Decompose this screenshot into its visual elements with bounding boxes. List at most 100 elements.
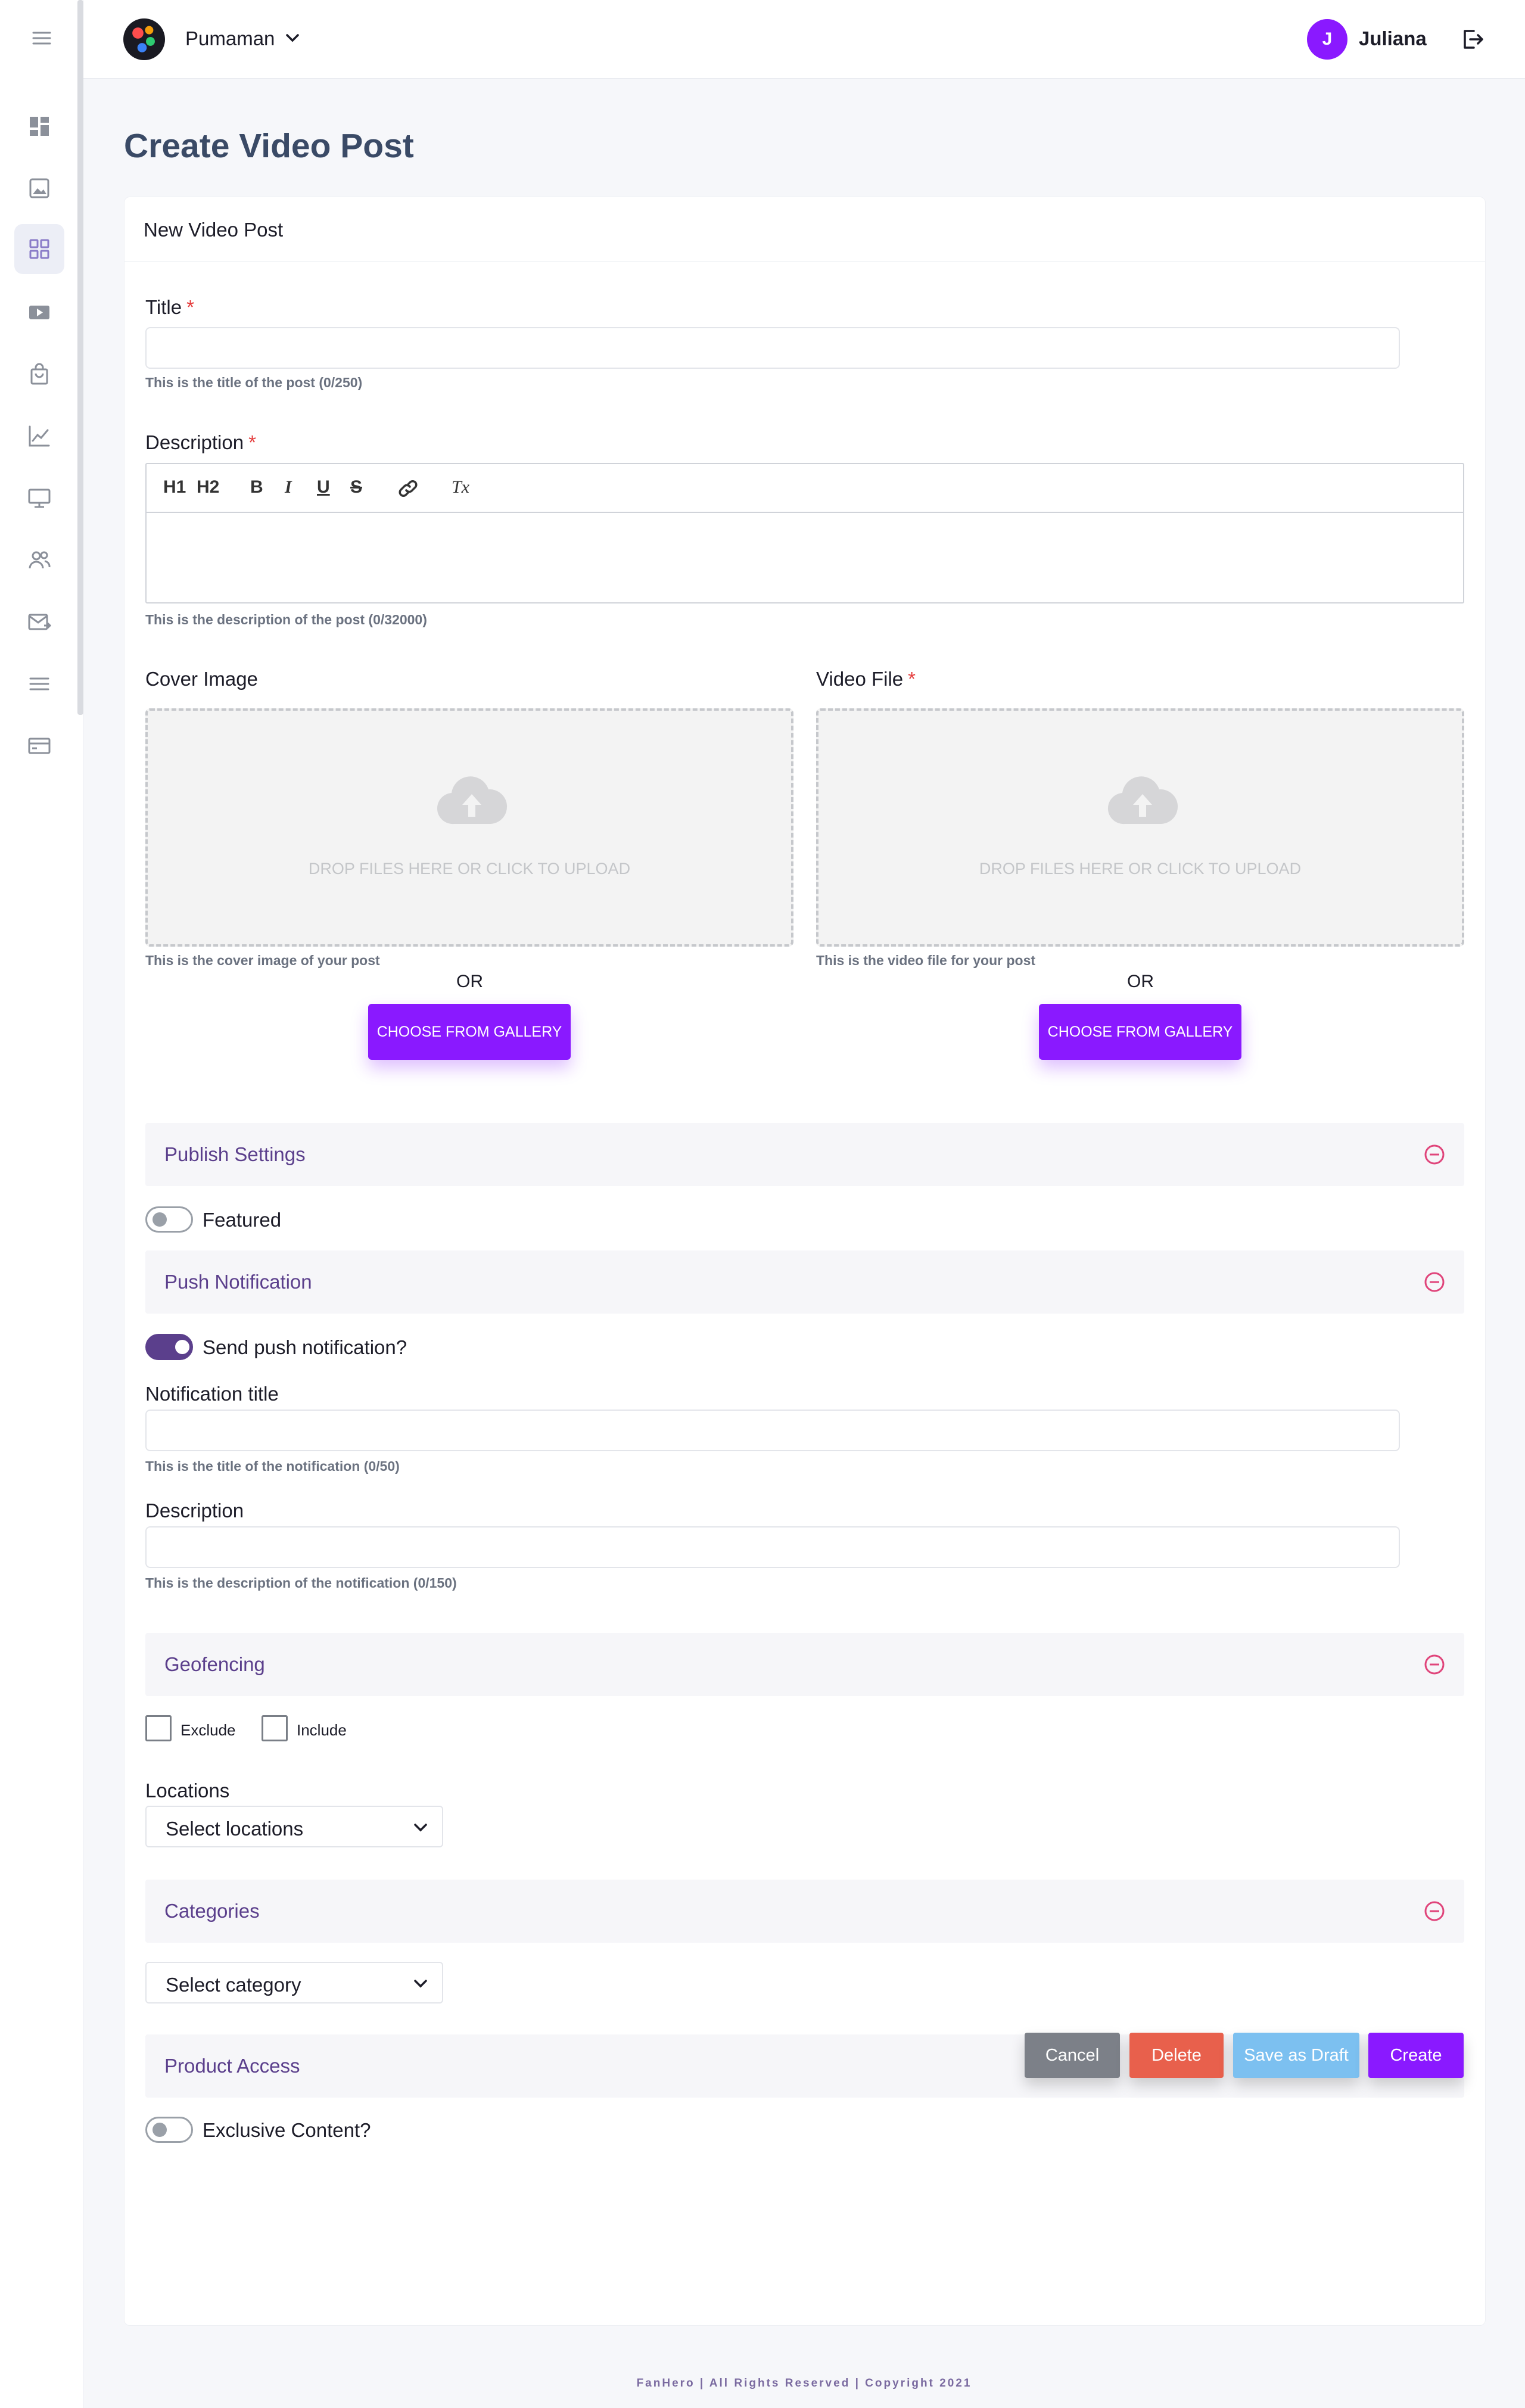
sidebar-item-videos[interactable] (14, 287, 64, 337)
cancel-button[interactable]: Cancel (1025, 2033, 1120, 2078)
sidebar-item-menu[interactable] (14, 659, 64, 709)
title-hint: This is the title of the post (0/250) (145, 375, 363, 390)
required-mark: * (186, 296, 194, 318)
exclude-label: Exclude (180, 1721, 236, 1739)
sidebar-item-analytics[interactable] (14, 411, 64, 461)
card-icon (28, 738, 51, 754)
send-push-label: Send push notification? (203, 1336, 407, 1358)
video-choose-gallery-button[interactable]: CHOOSE FROM GALLERY (1039, 1004, 1241, 1060)
notification-description-label: Description (145, 1499, 244, 1522)
locations-select[interactable]: Select locations (145, 1806, 443, 1847)
section-title: Push Notification (164, 1271, 312, 1293)
title-label-text: Title (145, 296, 182, 318)
card-header-title: New Video Post (144, 219, 284, 241)
exclusive-content-toggle[interactable] (145, 2117, 193, 2143)
heading1-button[interactable]: H1 (163, 477, 186, 497)
strikethrough-button[interactable]: S (350, 477, 362, 497)
bag-icon (30, 363, 48, 385)
sidebar-item-posts[interactable] (14, 224, 64, 274)
push-notification-section[interactable]: Push Notification (145, 1250, 1464, 1314)
delete-button[interactable]: Delete (1129, 2033, 1224, 2078)
description-label-text: Description (145, 431, 244, 453)
category-select[interactable]: Select category (145, 1962, 443, 2003)
title-input[interactable] (145, 327, 1400, 369)
geofencing-section[interactable]: Geofencing (145, 1633, 1464, 1696)
sidebar-item-live[interactable] (14, 473, 64, 523)
section-title: Categories (164, 1900, 260, 1922)
toggle-knob (152, 1212, 167, 1227)
include-checkbox[interactable] (262, 1715, 288, 1741)
users-icon (29, 551, 51, 569)
grid-icon (29, 239, 49, 259)
create-post-card: New Video Post Title * This is the title … (124, 197, 1486, 2326)
locations-label: Locations (145, 1779, 230, 1802)
notification-title-input[interactable] (145, 1410, 1400, 1451)
collapse-icon[interactable] (1424, 1271, 1445, 1293)
toggle-knob (175, 1340, 189, 1354)
cover-choose-gallery-button[interactable]: CHOOSE FROM GALLERY (368, 1004, 571, 1060)
sidebar-item-dashboard[interactable] (14, 101, 64, 151)
sidebar-item-images[interactable] (14, 163, 64, 213)
send-push-toggle[interactable] (145, 1334, 193, 1360)
category-select-value: Select category (166, 1974, 301, 1996)
collapse-icon[interactable] (1424, 1654, 1445, 1675)
mail-icon (28, 614, 51, 630)
collapse-icon[interactable] (1424, 1144, 1445, 1165)
featured-label: Featured (203, 1209, 282, 1231)
org-avatar[interactable] (123, 18, 165, 60)
sidebar-item-users[interactable] (14, 535, 64, 585)
image-icon (29, 178, 49, 198)
menu-toggle-icon[interactable] (32, 30, 52, 46)
or-text: OR (456, 972, 483, 991)
monitor-icon (28, 489, 51, 508)
section-title: Publish Settings (164, 1143, 306, 1165)
sidebar-item-store[interactable] (14, 349, 64, 399)
cover-image-dropzone[interactable]: DROP FILES HERE OR CLICK TO UPLOAD (145, 708, 793, 947)
description-editor: H1 H2 B I U S Tx (145, 463, 1464, 603)
locations-select-value: Select locations (166, 1818, 304, 1840)
top-bar: Pumaman J Juliana (83, 0, 1525, 79)
featured-toggle[interactable] (145, 1206, 193, 1233)
include-label: Include (297, 1721, 347, 1739)
sidebar-item-messages[interactable] (14, 597, 64, 647)
dashboard-icon (30, 117, 49, 136)
cover-image-label: Cover Image (145, 668, 258, 690)
user-avatar[interactable]: J (1307, 19, 1347, 60)
user-name[interactable]: Juliana (1359, 27, 1427, 50)
cloud-upload-icon (1107, 776, 1178, 825)
cover-image-hint: This is the cover image of your post (145, 953, 380, 968)
user-initial: J (1322, 29, 1333, 49)
required-mark: * (248, 431, 256, 453)
org-name[interactable]: Pumaman (185, 27, 275, 50)
logout-icon[interactable] (1461, 27, 1484, 51)
video-file-dropzone[interactable]: DROP FILES HERE OR CLICK TO UPLOAD (816, 708, 1464, 947)
editor-toolbar: H1 H2 B I U S Tx (147, 464, 1463, 513)
sidebar-item-billing[interactable] (14, 721, 64, 771)
collapse-icon[interactable] (1424, 1900, 1445, 1922)
chevron-down-icon[interactable] (285, 32, 300, 44)
link-icon[interactable] (397, 477, 419, 500)
toggle-knob (152, 2123, 167, 2137)
sidebar-scrollbar[interactable] (77, 0, 83, 715)
create-button[interactable]: Create (1368, 2033, 1464, 2078)
notification-title-label: Notification title (145, 1383, 279, 1405)
footer: FanHero | All Rights Reserved | Copyrigh… (636, 2377, 972, 2390)
save-draft-button[interactable]: Save as Draft (1233, 2033, 1359, 2078)
description-hint: This is the description of the post (0/3… (145, 612, 427, 627)
chart-icon (29, 425, 50, 447)
video-file-label: Video File * (816, 668, 916, 690)
underline-button[interactable]: U (317, 477, 330, 497)
notification-description-input[interactable] (145, 1526, 1400, 1568)
italic-button[interactable]: I (285, 477, 292, 497)
publish-settings-section[interactable]: Publish Settings (145, 1123, 1464, 1186)
categories-section[interactable]: Categories (145, 1880, 1464, 1943)
heading2-button[interactable]: H2 (197, 477, 219, 497)
page-title: Create Video Post (124, 127, 414, 165)
exclude-checkbox[interactable] (145, 1715, 172, 1741)
notification-title-hint: This is the title of the notification (0… (145, 1458, 400, 1474)
clear-format-button[interactable]: Tx (452, 477, 469, 497)
section-title: Product Access (164, 2055, 300, 2077)
description-textarea[interactable] (147, 513, 1463, 602)
bold-button[interactable]: B (250, 477, 263, 497)
chevron-down-icon (414, 1824, 427, 1832)
